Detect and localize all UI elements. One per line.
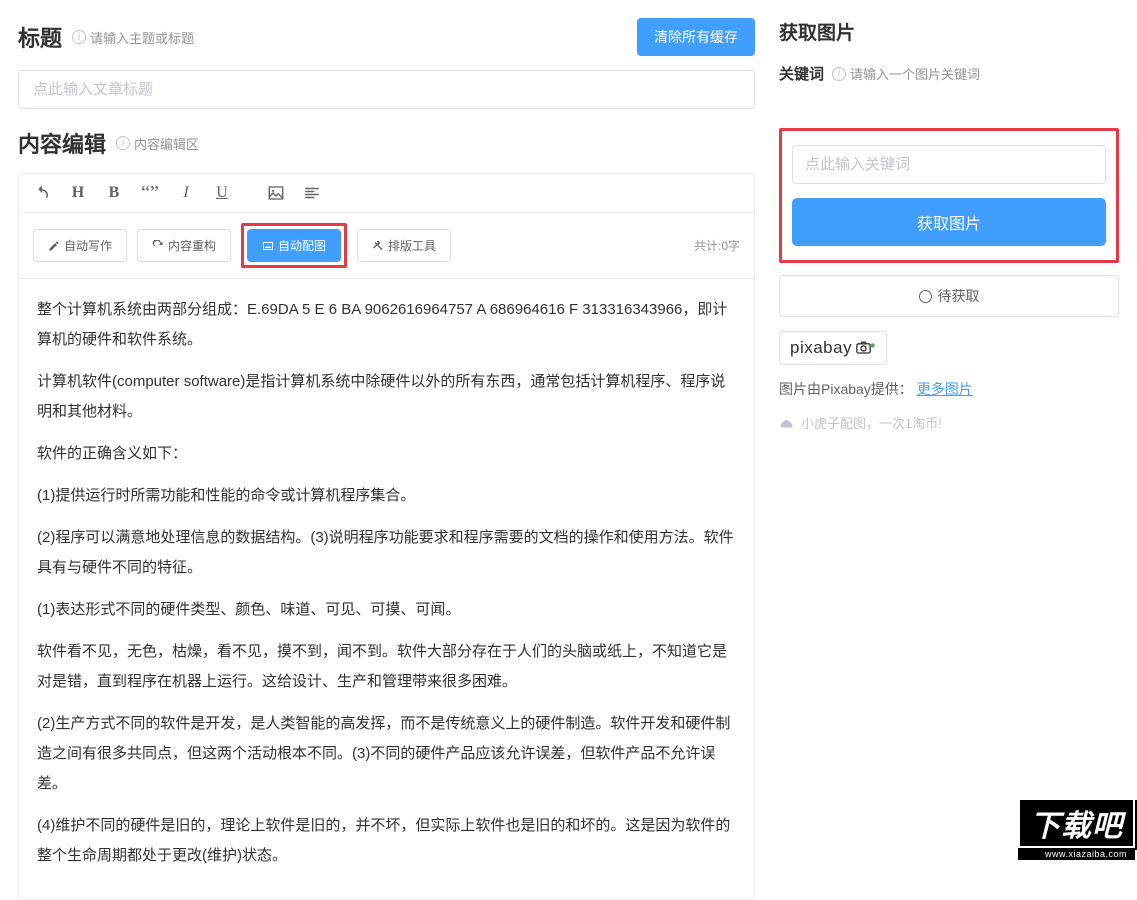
info-icon: i bbox=[72, 30, 86, 44]
undo-icon[interactable] bbox=[33, 184, 51, 202]
bold-icon[interactable]: B bbox=[105, 184, 123, 202]
title-hint: 请输入主题或标题 bbox=[90, 28, 194, 47]
watermark: 下载吧 www.xiazaiba.com bbox=[1018, 798, 1135, 860]
content-paragraph: 整个计算机系统由两部分组成：E.69DA 5 E 6 BA 9062616964… bbox=[37, 295, 736, 355]
format-toolbar: H B “” I U bbox=[19, 174, 754, 213]
pixabay-badge: pixabay bbox=[779, 331, 887, 365]
keyword-input[interactable] bbox=[792, 145, 1106, 184]
more-images-link[interactable]: 更多图片 bbox=[917, 381, 973, 397]
pending-status: 待获取 bbox=[779, 275, 1119, 317]
pencil-icon bbox=[48, 240, 60, 252]
content-hint: 内容编辑区 bbox=[134, 134, 199, 153]
cloud-icon bbox=[779, 417, 795, 429]
clear-cache-button[interactable]: 清除所有缓存 bbox=[637, 18, 755, 56]
content-paragraph: (4)维护不同的硬件是旧的，理论上软件是旧的，并不坏，但实际上软件也是旧的和坏的… bbox=[37, 811, 736, 871]
keyword-label: 关键词 bbox=[779, 63, 824, 84]
content-editor[interactable]: 整个计算机系统由两部分组成：E.69DA 5 E 6 BA 9062616964… bbox=[19, 279, 754, 899]
article-title-input[interactable] bbox=[18, 70, 755, 109]
camera-icon bbox=[856, 341, 876, 355]
content-paragraph: 软件的正确含义如下： bbox=[37, 439, 736, 469]
content-section-header: 内容编辑 i 内容编辑区 bbox=[18, 127, 755, 159]
note-line: 小虎子配图，一次1淘币! bbox=[779, 413, 1119, 432]
keyword-hint: 请输入一个图片关键词 bbox=[850, 64, 980, 83]
content-paragraph: 软件看不见，无色，枯燥，看不见，摸不到，闻不到。软件大部分存在于人们的头脑或纸上… bbox=[37, 637, 736, 697]
info-icon: i bbox=[832, 67, 846, 81]
restructure-button[interactable]: 内容重构 bbox=[137, 229, 231, 262]
content-paragraph: (2)程序可以满意地处理信息的数据结构。(3)说明程序功能要求和程序需要的文档的… bbox=[37, 523, 736, 583]
action-toolbar: 自动写作 内容重构 自动配图 排版工具 共计:0字 bbox=[19, 213, 754, 279]
keyword-highlight-box: 获取图片 bbox=[779, 128, 1119, 263]
watermark-main: 下载吧 bbox=[1018, 798, 1135, 848]
image-icon[interactable] bbox=[267, 184, 285, 202]
auto-image-button[interactable]: 自动配图 bbox=[247, 229, 341, 262]
keyword-label-row: 关键词 i 请输入一个图片关键词 bbox=[779, 63, 1119, 84]
heading-icon[interactable]: H bbox=[69, 184, 87, 202]
char-count: 共计:0字 bbox=[694, 237, 740, 254]
circle-icon bbox=[919, 290, 932, 303]
italic-icon[interactable]: I bbox=[177, 184, 195, 202]
title-section-header: 标题 i 请输入主题或标题 清除所有缓存 bbox=[18, 18, 755, 56]
align-left-icon[interactable] bbox=[303, 184, 321, 202]
quote-icon[interactable]: “” bbox=[141, 184, 159, 202]
auto-write-button[interactable]: 自动写作 bbox=[33, 229, 127, 262]
content-paragraph: 计算机软件(computer software)是指计算机系统中除硬件以外的所有… bbox=[37, 367, 736, 427]
layout-tool-button[interactable]: 排版工具 bbox=[357, 229, 451, 262]
tools-icon bbox=[372, 240, 384, 252]
credit-line: 图片由Pixabay提供： 更多图片 bbox=[779, 379, 1119, 399]
underline-icon[interactable]: U bbox=[213, 184, 231, 202]
editor-container: H B “” I U 自动写作 内 bbox=[18, 173, 755, 900]
content-label: 内容编辑 bbox=[18, 127, 106, 159]
pixabay-label: pixabay bbox=[790, 338, 852, 358]
picture-icon bbox=[262, 240, 274, 252]
fetch-image-button[interactable]: 获取图片 bbox=[792, 198, 1106, 246]
content-paragraph: (1)表达形式不同的硬件类型、颜色、味道、可见、可摸、可闻。 bbox=[37, 595, 736, 625]
auto-image-highlight: 自动配图 bbox=[241, 223, 347, 268]
content-paragraph: (1)提供运行时所需功能和性能的命令或计算机程序集合。 bbox=[37, 481, 736, 511]
info-icon: i bbox=[116, 136, 130, 150]
content-paragraph: (2)生产方式不同的软件是开发，是人类智能的高发挥，而不是传统意义上的硬件制造。… bbox=[37, 709, 736, 799]
fetch-image-title: 获取图片 bbox=[779, 18, 1119, 45]
title-label: 标题 bbox=[18, 21, 62, 53]
watermark-url: www.xiazaiba.com bbox=[1018, 848, 1135, 860]
refresh-icon bbox=[152, 240, 164, 252]
